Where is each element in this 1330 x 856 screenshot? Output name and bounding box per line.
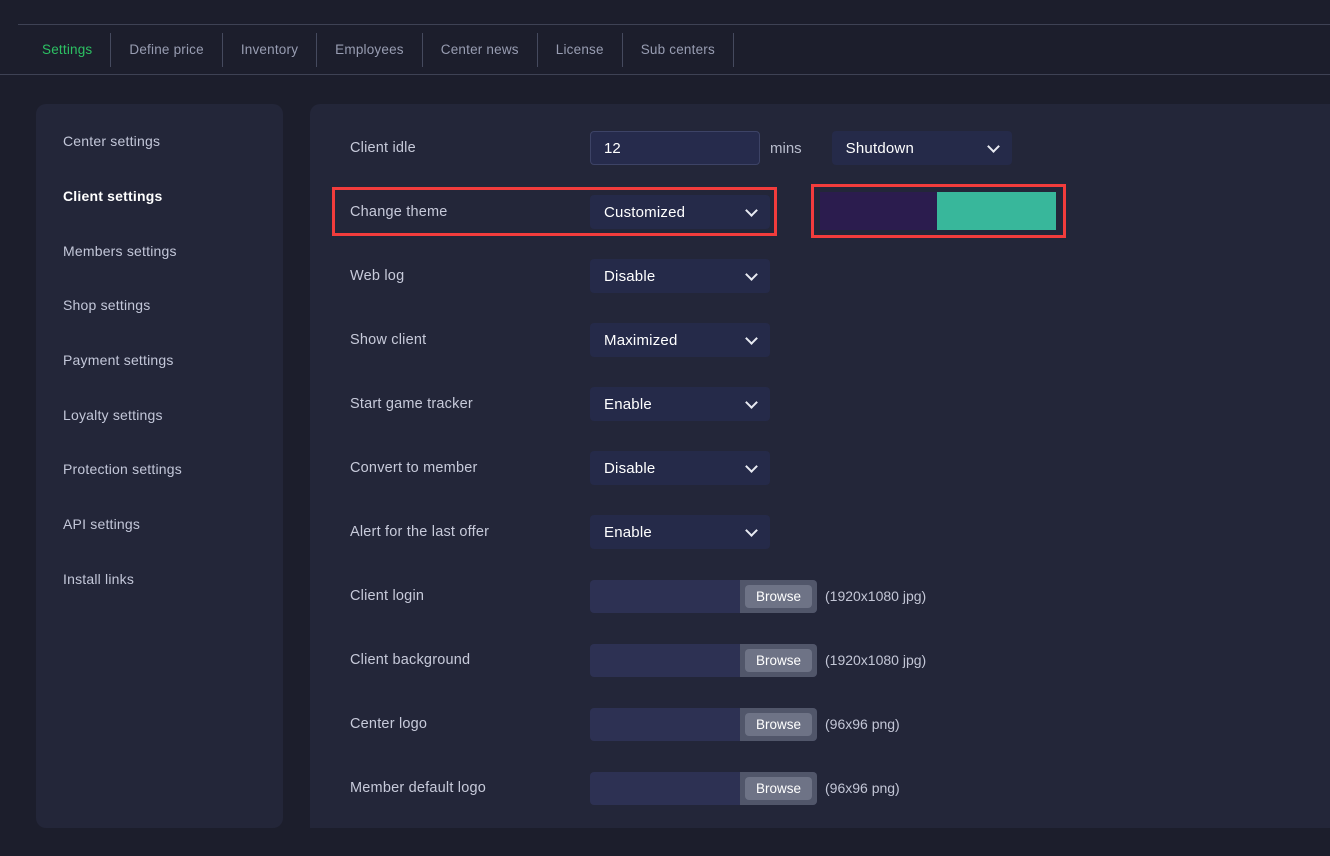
tab-inventory[interactable]: Inventory xyxy=(223,33,317,67)
field-label: Convert to member xyxy=(350,460,590,476)
file-path-field xyxy=(590,708,740,741)
field-label: Web log xyxy=(350,268,590,284)
tab-center-news[interactable]: Center news xyxy=(423,33,538,67)
sidebar-item-center-settings[interactable]: Center settings xyxy=(36,114,283,169)
chevron-down-icon xyxy=(745,268,758,281)
file-size-hint: (1920x1080 jpg) xyxy=(825,588,926,604)
field-label: Member default logo xyxy=(350,780,590,796)
file-path-field xyxy=(590,644,740,677)
field-label: Client background xyxy=(350,652,590,668)
center-logo-file-input[interactable]: Browse xyxy=(590,708,817,741)
sidebar-item-members-settings[interactable]: Members settings xyxy=(36,223,283,278)
dropdown-convert-to-member[interactable]: Disable xyxy=(590,451,770,485)
settings-sidebar: Center settingsClient settingsMembers se… xyxy=(36,104,283,828)
sidebar-item-protection-settings[interactable]: Protection settings xyxy=(36,442,283,497)
field-label: Client idle xyxy=(350,140,590,156)
browse-button[interactable]: Browse xyxy=(745,585,812,608)
form-row-member-default-logo: Member default logo Browse (96x96 png) xyxy=(350,771,1300,805)
file-size-hint: (96x96 png) xyxy=(825,780,900,796)
dropdown-web-log[interactable]: Disable xyxy=(590,259,770,293)
tab-settings[interactable]: Settings xyxy=(24,33,111,67)
form-row-start-game-tracker: Start game tracker Enable xyxy=(350,387,1300,421)
browse-button-area: Browse xyxy=(740,580,817,613)
file-size-hint: (96x96 png) xyxy=(825,716,900,732)
field-label: Change theme xyxy=(350,204,590,220)
sidebar-item-payment-settings[interactable]: Payment settings xyxy=(36,333,283,388)
form-row-convert-to-member: Convert to member Disable xyxy=(350,451,1300,485)
chevron-down-icon xyxy=(745,524,758,537)
dropdown-value: Disable xyxy=(604,460,655,477)
browse-button-area: Browse xyxy=(740,644,817,677)
dropdown-value: Disable xyxy=(604,268,655,285)
tab-employees[interactable]: Employees xyxy=(317,33,423,67)
dropdown-alert-for-the-last-offer[interactable]: Enable xyxy=(590,515,770,549)
theme-color-preview xyxy=(811,184,1066,238)
client-settings-panel: Client idle mins Shutdown Change theme Custo… xyxy=(310,104,1330,828)
field-label: Start game tracker xyxy=(350,396,590,412)
browse-button[interactable]: Browse xyxy=(745,777,812,800)
form-row-client-login: Client login Browse (1920x1080 jpg) xyxy=(350,579,1300,613)
dropdown-change-theme[interactable]: Customized xyxy=(590,195,770,229)
field-label: Center logo xyxy=(350,716,590,732)
browse-button-area: Browse xyxy=(740,708,817,741)
browse-button[interactable]: Browse xyxy=(745,713,812,736)
form-row-client-background: Client background Browse (1920x1080 jpg) xyxy=(350,643,1300,677)
chevron-down-icon xyxy=(987,140,1000,153)
tab-license[interactable]: License xyxy=(538,33,623,67)
dropdown-value: Enable xyxy=(604,396,652,413)
field-label: Show client xyxy=(350,332,590,348)
tab-bar: SettingsDefine priceInventoryEmployeesCe… xyxy=(0,25,1330,75)
form-row-web-log: Web log Disable xyxy=(350,259,1300,293)
file-path-field xyxy=(590,580,740,613)
dropdown-value: Enable xyxy=(604,524,652,541)
content-area: Center settingsClient settingsMembers se… xyxy=(0,75,1330,828)
dropdown-value: Shutdown xyxy=(846,140,914,157)
sidebar-item-install-links[interactable]: Install links xyxy=(36,552,283,607)
theme-color-secondary-swatch xyxy=(937,192,1056,230)
top-strip xyxy=(0,0,1330,24)
unit-label: mins xyxy=(770,140,802,157)
browse-button-area: Browse xyxy=(740,772,817,805)
form-row-change-theme: Change theme Customized xyxy=(350,195,1300,229)
file-size-hint: (1920x1080 jpg) xyxy=(825,652,926,668)
file-path-field xyxy=(590,772,740,805)
sidebar-item-shop-settings[interactable]: Shop settings xyxy=(36,278,283,333)
sidebar-item-client-settings[interactable]: Client settings xyxy=(36,169,283,224)
chevron-down-icon xyxy=(745,396,758,409)
chevron-down-icon xyxy=(745,460,758,473)
tab-define-price[interactable]: Define price xyxy=(111,33,222,67)
theme-color-primary-swatch xyxy=(820,192,937,230)
client-idle-input[interactable] xyxy=(590,131,760,165)
field-label: Alert for the last offer xyxy=(350,524,590,540)
tab-sub-centers[interactable]: Sub centers xyxy=(623,33,734,67)
dropdown-client-idle-action[interactable]: Shutdown xyxy=(832,131,1012,165)
sidebar-item-api-settings[interactable]: API settings xyxy=(36,497,283,552)
dropdown-value: Maximized xyxy=(604,332,677,349)
sidebar-item-loyalty-settings[interactable]: Loyalty settings xyxy=(36,387,283,442)
browse-button[interactable]: Browse xyxy=(745,649,812,672)
form-row-alert-for-the-last-offer: Alert for the last offer Enable xyxy=(350,515,1300,549)
dropdown-value: Customized xyxy=(604,204,685,221)
client-background-file-input[interactable]: Browse xyxy=(590,644,817,677)
dropdown-start-game-tracker[interactable]: Enable xyxy=(590,387,770,421)
chevron-down-icon xyxy=(745,332,758,345)
member-default-logo-file-input[interactable]: Browse xyxy=(590,772,817,805)
dropdown-show-client[interactable]: Maximized xyxy=(590,323,770,357)
chevron-down-icon xyxy=(745,204,758,217)
form-row-center-logo: Center logo Browse (96x96 png) xyxy=(350,707,1300,741)
field-label: Client login xyxy=(350,588,590,604)
client-login-file-input[interactable]: Browse xyxy=(590,580,817,613)
form-row-show-client: Show client Maximized xyxy=(350,323,1300,357)
form-row-client-idle: Client idle mins Shutdown xyxy=(350,131,1300,165)
